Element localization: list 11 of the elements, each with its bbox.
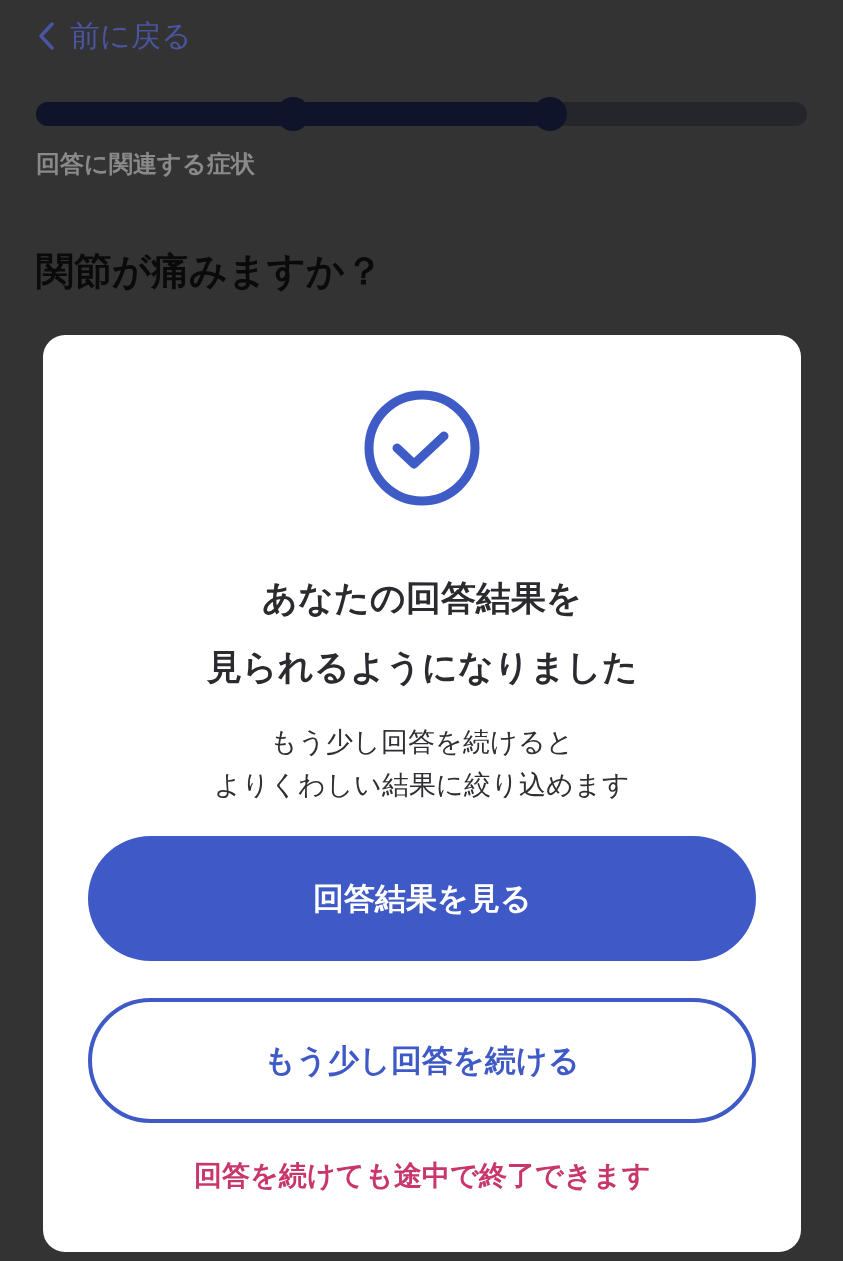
- dialog-message: もう少し回答を続けると: [270, 725, 574, 759]
- check-circle-icon: [364, 390, 480, 506]
- view-results-button[interactable]: 回答結果を見る: [88, 836, 756, 961]
- dialog-title: 見られるようになりました: [206, 646, 638, 689]
- chevron-left-icon: [36, 21, 56, 51]
- section-label: 回答に関連する症状: [36, 149, 256, 180]
- continue-button[interactable]: もう少し回答を続ける: [88, 998, 756, 1123]
- dialog-message: よりくわしい結果に絞り込めます: [214, 768, 630, 802]
- back-label: 前に戻る: [70, 16, 192, 55]
- dialog-title: あなたの回答結果を: [262, 577, 582, 620]
- info-note: 回答を続けても途中で終了できます: [193, 1158, 651, 1194]
